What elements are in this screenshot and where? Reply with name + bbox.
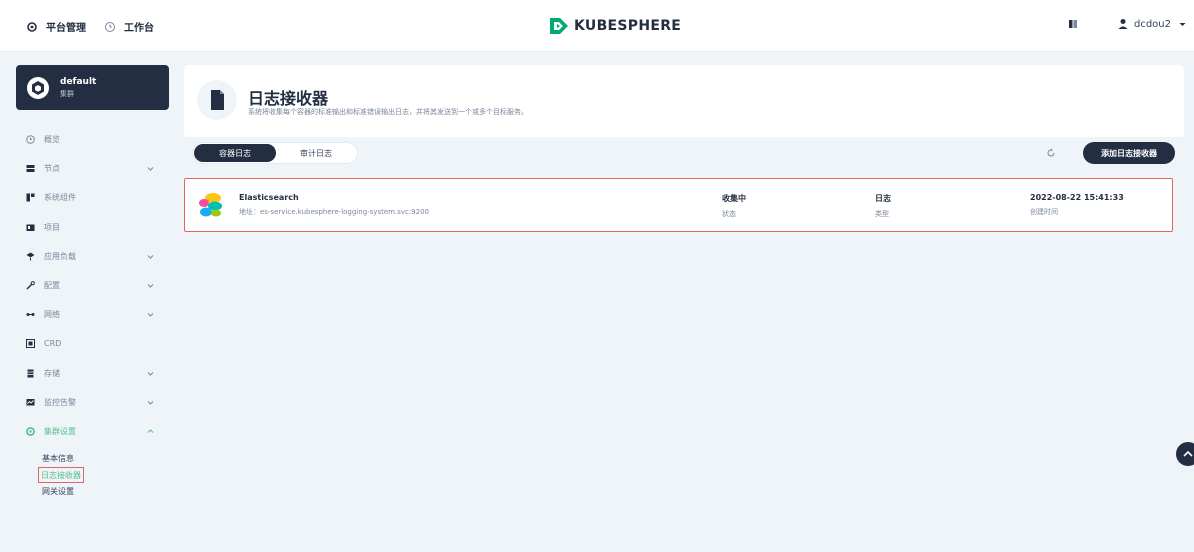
- chevron-down-icon[interactable]: [147, 253, 154, 260]
- sidebar-item-label: 配置: [44, 281, 60, 291]
- document-icon: [197, 80, 237, 120]
- sidebar-item-label: 集群设置: [44, 426, 76, 436]
- sidebar-item-crd[interactable]: CRD: [26, 329, 166, 358]
- nodes-icon: [26, 165, 35, 173]
- settings-icon: [26, 427, 35, 436]
- created-time-label: 创建时间: [1030, 208, 1058, 216]
- sidebar-item-cluster-settings[interactable]: 集群设置: [26, 417, 166, 446]
- kubesphere-logo[interactable]: KUBESPHERE: [548, 15, 681, 37]
- sidebar-item-monitoring[interactable]: 监控告警: [26, 388, 166, 417]
- created-time-value: 2022-08-22 15:41:33: [1030, 193, 1124, 202]
- tab-container-logs[interactable]: 容器日志: [194, 144, 276, 162]
- receiver-info: Elasticsearch 地址：es-service.kubesphere-l…: [239, 193, 429, 217]
- sidebar-item-label: 项目: [44, 222, 60, 232]
- sidebar-item-workloads[interactable]: 应用负载: [26, 242, 166, 271]
- chevron-down-icon[interactable]: [147, 282, 154, 289]
- page-title: 日志接收器: [248, 89, 329, 108]
- cluster-settings-submenu: 基本信息 日志接收器 网关设置: [38, 450, 84, 500]
- sidebar-item-overview[interactable]: 概览: [26, 125, 166, 154]
- platform-management-label: 平台管理: [46, 23, 86, 34]
- submenu-basic-info[interactable]: 基本信息: [40, 450, 82, 467]
- page-banner: 日志接收器 系统将收集每个容器的标准输出和标准错误输出日志，并将其发送到一个或多…: [184, 65, 1184, 137]
- sidebar-item-network[interactable]: 网络: [26, 300, 166, 329]
- chevron-down-icon[interactable]: [147, 370, 154, 377]
- chevron-down-icon[interactable]: [1179, 21, 1186, 28]
- sidebar-item-label: 应用负载: [44, 251, 76, 261]
- kubesphere-logo-icon: [550, 18, 568, 34]
- status-column: 收集中 状态: [722, 193, 746, 219]
- sidebar-menu: 概览 节点 系统组件 项目 应用负载 配置 网络 CRD 存储 监控告警 集群设…: [26, 125, 166, 446]
- gear-icon: [26, 21, 38, 33]
- storage-icon: [27, 369, 34, 378]
- user-icon: [1118, 19, 1128, 29]
- refresh-icon[interactable]: [1046, 148, 1056, 158]
- tab-audit-logs[interactable]: 审计日志: [276, 144, 356, 162]
- status-label: 状态: [722, 210, 736, 218]
- monitoring-icon: [26, 398, 35, 406]
- crd-icon: [26, 339, 35, 349]
- sidebar-item-config[interactable]: 配置: [26, 271, 166, 300]
- brand-name: KUBESPHERE: [574, 18, 682, 34]
- sidebar-item-components[interactable]: 系统组件: [26, 183, 166, 212]
- sidebar-item-label: 节点: [44, 164, 60, 174]
- submenu-gateway-settings[interactable]: 网关设置: [40, 483, 82, 500]
- workbench-nav[interactable]: 工作台: [104, 19, 154, 34]
- sidebar-item-nodes[interactable]: 节点: [26, 154, 166, 183]
- workloads-icon: [26, 252, 35, 261]
- cluster-type: 集群: [60, 89, 74, 98]
- receiver-address: 地址：es-service.kubesphere-logging-system.…: [239, 208, 430, 216]
- user-menu[interactable]: dcdou2: [1134, 19, 1171, 30]
- sidebar-item-projects[interactable]: 项目: [26, 213, 166, 242]
- top-navigation-bar: 平台管理 工作台 KUBESPHERE dcdou2: [0, 0, 1194, 52]
- cluster-cube-icon: [27, 76, 49, 99]
- sidebar-item-label: 网络: [44, 310, 60, 320]
- chevron-down-icon[interactable]: [147, 311, 154, 318]
- sidebar-item-label: CRD: [44, 339, 62, 349]
- add-log-receiver-button[interactable]: 添加日志接收器: [1083, 142, 1175, 164]
- type-label: 类型: [875, 210, 889, 218]
- log-type-tabs: 容器日志 审计日志: [192, 142, 358, 164]
- elasticsearch-logo-icon: [199, 193, 222, 217]
- created-time-column: 2022-08-22 15:41:33 创建时间: [1030, 193, 1124, 217]
- type-column: 日志 类型: [875, 193, 891, 219]
- workbench-label: 工作台: [124, 23, 154, 34]
- submenu-log-receivers[interactable]: 日志接收器: [38, 467, 84, 483]
- projects-icon: [26, 224, 35, 231]
- overview-icon: [26, 135, 35, 144]
- sidebar-item-label: 系统组件: [44, 193, 76, 203]
- type-value: 日志: [875, 194, 891, 203]
- receiver-toolbar: 容器日志 审计日志 添加日志接收器: [184, 138, 1184, 170]
- sidebar-item-label: 概览: [44, 135, 60, 145]
- scroll-to-top-button[interactable]: [1176, 442, 1194, 466]
- platform-management-nav[interactable]: 平台管理: [26, 19, 86, 34]
- page-description: 系统将收集每个容器的标准输出和标准错误输出日志，并将其发送到一个或多个目标服务。: [248, 108, 528, 116]
- components-icon: [26, 193, 35, 202]
- sidebar-item-label: 监控告警: [44, 397, 76, 407]
- table-row[interactable]: Elasticsearch 地址：es-service.kubesphere-l…: [184, 178, 1173, 232]
- status-value: 收集中: [722, 194, 746, 203]
- chevron-up-icon: [1183, 450, 1193, 457]
- document-icon[interactable]: [1068, 19, 1078, 29]
- chevron-down-icon[interactable]: [147, 165, 154, 172]
- cluster-name: default: [60, 76, 97, 87]
- dashboard-icon: [104, 21, 116, 33]
- sidebar-item-label: 存储: [44, 368, 60, 378]
- chevron-down-icon[interactable]: [147, 399, 154, 406]
- top-right-controls: dcdou2: [1068, 18, 1186, 30]
- config-icon: [26, 281, 35, 290]
- receiver-name[interactable]: Elasticsearch: [239, 193, 429, 202]
- cluster-selector[interactable]: default 集群: [16, 65, 169, 110]
- chevron-up-icon[interactable]: [147, 428, 154, 435]
- network-icon: [26, 313, 35, 317]
- sidebar-item-storage[interactable]: 存储: [26, 359, 166, 388]
